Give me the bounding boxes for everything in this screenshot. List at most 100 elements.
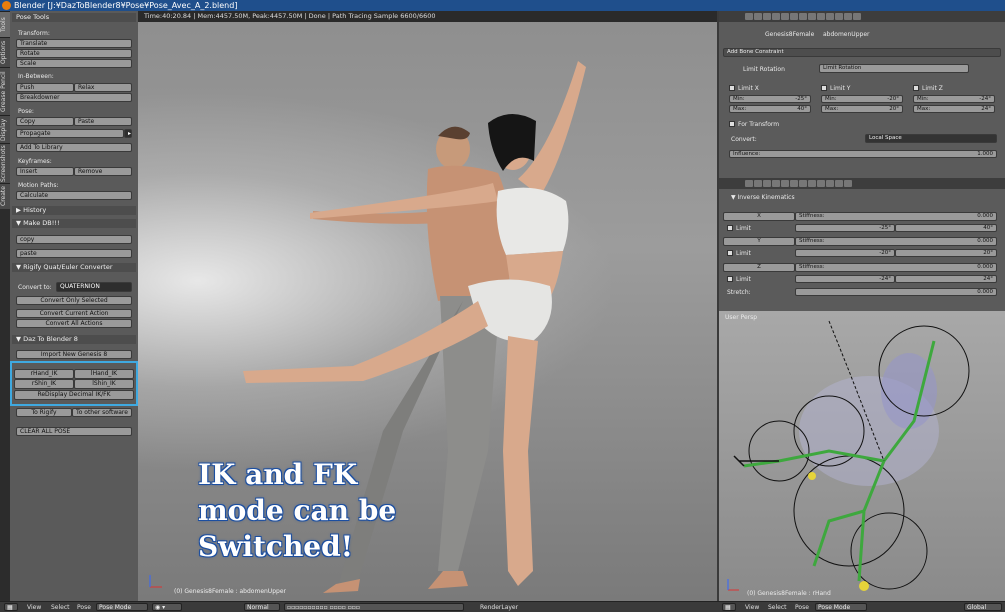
ik-x-stiffness-field[interactable]: Stiffness: 0.000: [795, 212, 997, 221]
ik-x-min-field[interactable]: -25°: [795, 224, 895, 232]
render-layer-label[interactable]: RenderLayer: [480, 603, 518, 612]
to-rigify-button[interactable]: To Rigify: [16, 408, 72, 417]
keyframes-label: Keyframes:: [18, 158, 52, 165]
ik-x-max-field[interactable]: 40°: [895, 224, 997, 232]
ik-z-min-field[interactable]: -24°: [795, 275, 895, 283]
remove-keyframe-button[interactable]: Remove: [74, 167, 132, 176]
history-header[interactable]: ▶ History: [12, 206, 136, 215]
add-bone-constraint-dropdown[interactable]: Add Bone Constraint: [723, 48, 1001, 57]
secondary-3d-viewport[interactable]: User Persp (0) Genesis8Female : rHand: [719, 311, 1005, 601]
menu-pose[interactable]: Pose: [77, 603, 91, 612]
convert-only-selected-button[interactable]: Convert Only Selected: [16, 296, 132, 305]
limit-x-max-field[interactable]: Max: 40°: [729, 105, 811, 113]
push-button[interactable]: Push: [16, 83, 74, 92]
limit-x-checkbox[interactable]: [729, 85, 735, 91]
copy-db-button[interactable]: copy: [16, 235, 132, 244]
ik-z-max-field[interactable]: 24°: [895, 275, 997, 283]
limit-z-min-field[interactable]: Min: -24°: [913, 95, 995, 103]
3d-render-viewport[interactable]: Time:40:20.84 | Mem:4457.50M, Peak:4457.…: [138, 11, 717, 601]
constraint-name-field[interactable]: Limit Rotation: [819, 64, 969, 73]
ik-y-stiffness-field[interactable]: Stiffness: 0.000: [795, 237, 997, 246]
properties-header-top: [719, 11, 1005, 22]
vtab-create[interactable]: Create: [0, 183, 10, 209]
menu-select[interactable]: Select: [51, 603, 70, 612]
mode-select[interactable]: Pose Mode: [96, 603, 148, 611]
shading-select-icon[interactable]: ◉ ▾: [152, 603, 182, 611]
ik-y-limit-checkbox[interactable]: [727, 250, 733, 256]
limit-y-min-field[interactable]: Min: -20°: [821, 95, 903, 103]
translate-button[interactable]: Translate: [16, 39, 132, 48]
mode-select-2[interactable]: Pose Mode: [815, 603, 867, 611]
rotate-button[interactable]: Rotate: [16, 49, 132, 58]
convert-space-label: Convert:: [731, 136, 757, 143]
transform-orientation-select[interactable]: Global: [964, 603, 1002, 611]
viewport-object-info: (0) Genesis8Female : abdomenUpper: [174, 588, 286, 595]
calculate-button[interactable]: Calculate: [16, 191, 132, 200]
paste-db-button[interactable]: paste: [16, 249, 132, 258]
ik-stretch-field[interactable]: 0.000: [795, 288, 997, 296]
ik-x-limit-checkbox[interactable]: [727, 225, 733, 231]
pose-tools-header[interactable]: Pose Tools: [12, 13, 136, 22]
menu-pose-2[interactable]: Pose: [795, 603, 809, 612]
convert-current-action-button[interactable]: Convert Current Action: [16, 309, 132, 318]
breakdowner-button[interactable]: Breakdowner: [16, 93, 132, 102]
male-foot-right: [428, 571, 468, 589]
rigify-converter-header[interactable]: ▼ Rigify Quat/Euler Converter: [12, 263, 136, 272]
insert-keyframe-button[interactable]: Insert: [16, 167, 74, 176]
convert-to-select[interactable]: QUATERNION: [56, 282, 132, 292]
vtab-display[interactable]: Display: [0, 115, 10, 143]
ik-panel-header[interactable]: ▼ Inverse Kinematics: [731, 194, 795, 201]
sub-axis-gizmo-icon: [727, 579, 739, 591]
vtab-tools[interactable]: Tools: [0, 11, 10, 37]
clear-all-pose-button[interactable]: CLEAR ALL POSE: [16, 427, 132, 436]
copy-pose-button[interactable]: Copy: [16, 117, 74, 126]
limit-y-max-field[interactable]: Max: 20°: [821, 105, 903, 113]
vtab-options[interactable]: Options: [0, 37, 10, 67]
ikfk-highlight-frame: [10, 361, 138, 406]
ik-z-limit-checkbox[interactable]: [727, 276, 733, 282]
female-leg-standing: [503, 336, 538, 586]
bottom-header-bar: ▦ View Select Pose Pose Mode ◉ ▾ Normal …: [0, 601, 1005, 612]
ikfk-caption: IK and FK mode can be Switched!: [198, 457, 438, 565]
vtab-screenshots[interactable]: Screenshots: [0, 143, 10, 183]
ik-y-min-field[interactable]: -20°: [795, 249, 895, 257]
female-top: [496, 187, 569, 255]
for-transform-checkbox[interactable]: [729, 121, 735, 127]
menu-view[interactable]: View: [27, 603, 41, 612]
breadcrumb-bone[interactable]: abdomenUpper: [823, 31, 869, 38]
vtab-grease-pencil[interactable]: Grease Pencil: [0, 67, 10, 115]
limit-z-max-field[interactable]: Max: 24°: [913, 105, 995, 113]
limit-x-min-field[interactable]: Min: -25°: [729, 95, 811, 103]
propagate-menu-arrow-icon[interactable]: ▸: [124, 129, 132, 138]
add-to-library-button[interactable]: Add To Library: [16, 143, 132, 152]
convert-all-actions-button[interactable]: Convert All Actions: [16, 319, 132, 328]
inbetween-label: In-Between:: [18, 73, 54, 80]
to-other-software-button[interactable]: To other software: [72, 408, 132, 417]
layer-toggles-icons[interactable]: ▫▫▫▫▫▫▫▫▫▫ ▫▫▫▫ ▫▫▫: [284, 603, 464, 611]
caption-line-2: mode can be: [198, 494, 397, 527]
menu-select-2[interactable]: Select: [768, 603, 787, 612]
ik-y-max-field[interactable]: 20°: [895, 249, 997, 257]
paste-pose-button[interactable]: Paste: [74, 117, 132, 126]
pivot-normal-select[interactable]: Normal: [244, 603, 280, 611]
limit-z-checkbox[interactable]: [913, 85, 919, 91]
import-new-genesis-button[interactable]: Import New Genesis 8: [16, 350, 132, 359]
breadcrumb-object[interactable]: Genesis8Female: [765, 31, 814, 38]
influence-slider[interactable]: Influence: 1.000: [729, 150, 997, 158]
convert-space-select[interactable]: Local Space: [865, 134, 997, 143]
ik-z-limit-label: Limit: [736, 276, 751, 283]
scale-button[interactable]: Scale: [16, 59, 132, 68]
properties-tabs-icons-2[interactable]: [745, 180, 853, 189]
editor-type-icon-2[interactable]: ▦: [722, 603, 736, 611]
ik-z-stiffness-field[interactable]: Stiffness: 0.000: [795, 263, 997, 272]
tool-vertical-tabs: Tools Options Grease Pencil Display Scre…: [0, 11, 10, 601]
make-db-header[interactable]: ▼ Make DB!!!: [12, 219, 136, 228]
daz-to-blender-header[interactable]: ▼ Daz To Blender 8: [12, 335, 136, 344]
editor-type-icon[interactable]: ▦: [4, 603, 18, 611]
propagate-button[interactable]: Propagate: [16, 129, 124, 138]
relax-button[interactable]: Relax: [74, 83, 132, 92]
properties-tabs-icons[interactable]: [745, 13, 862, 22]
limit-y-checkbox[interactable]: [821, 85, 827, 91]
render-status-header: Time:40:20.84 | Mem:4457.50M, Peak:4457.…: [138, 11, 717, 22]
menu-view-2[interactable]: View: [745, 603, 759, 612]
